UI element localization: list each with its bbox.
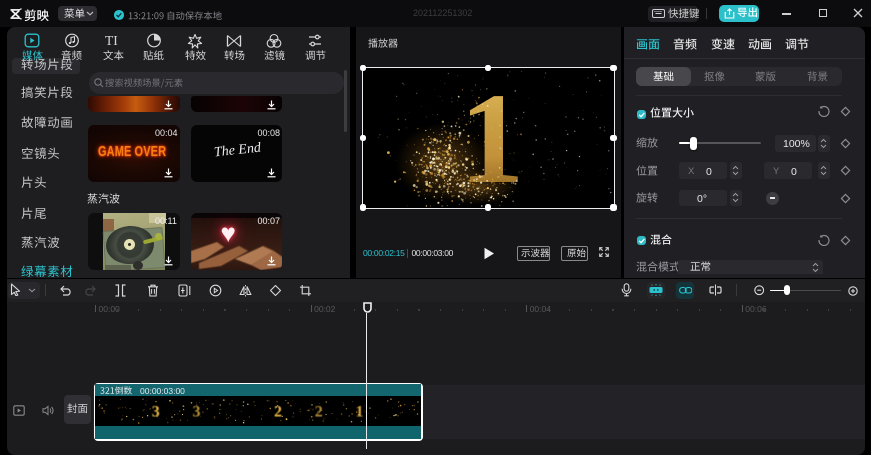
svg-text:3: 3 — [152, 403, 160, 420]
svg-text:2: 2 — [274, 403, 282, 420]
svg-text:3: 3 — [193, 403, 201, 420]
svg-text:2: 2 — [315, 403, 323, 420]
